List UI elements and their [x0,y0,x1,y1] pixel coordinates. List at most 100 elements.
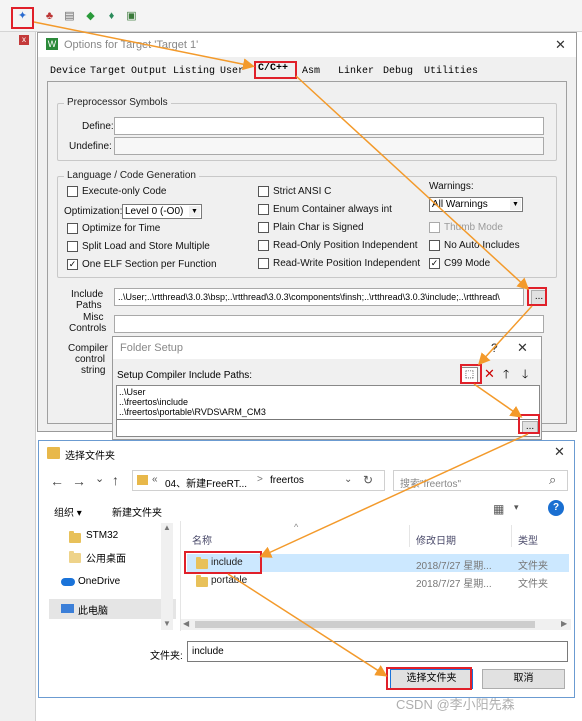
folder-name-input[interactable]: include [187,641,568,662]
breadcrumb-item[interactable]: freertos [270,475,304,486]
optimization-label: Optimization: [64,206,123,217]
new-path-highlight [460,364,482,384]
new-path-entry[interactable] [117,419,539,436]
scroll-down-icon[interactable]: ▼ [163,619,171,628]
tab-device[interactable]: Device [50,66,86,82]
translate-icon[interactable]: ♦ [104,9,119,24]
close-icon[interactable]: ✕ [554,444,565,460]
nav-item-onedrive[interactable]: OneDrive [78,576,120,587]
enum-container-checkbox[interactable] [258,204,269,215]
horizontal-scrollbar[interactable]: ◀ ▶ [181,619,571,630]
strict-ansi-checkbox[interactable] [258,186,269,197]
move-up-icon[interactable]: 🡑 [503,367,509,381]
c99-mode-checkbox[interactable]: ✓ [429,258,440,269]
keil-logo-icon: W [46,38,58,50]
refresh-icon[interactable]: ↻ [363,473,373,487]
thumb-mode-label: Thumb Mode [444,222,503,233]
split-load-label: Split Load and Store Multiple [82,241,210,252]
column-header-type[interactable]: 类型 [518,532,538,547]
move-down-icon[interactable]: 🡓 [522,367,528,381]
one-elf-checkbox[interactable]: ✓ [67,259,78,270]
column-divider [511,525,512,547]
include-paths-list: ..\User ..\freertos\include ..\freertos\… [116,385,540,437]
chevron-down-icon: ▼ [510,199,521,210]
onedrive-icon [61,578,75,586]
organize-menu[interactable]: 组织 ▾ [54,504,82,519]
search-icon[interactable]: ⌕ [549,472,556,488]
chevron-down-icon[interactable]: ⌄ [344,474,352,485]
optimization-select[interactable]: Level 0 (-O0) ▼ [122,204,202,219]
sort-up-icon: ^ [294,522,299,532]
nav-item-stm32[interactable]: STM32 [86,530,118,541]
nav-scrollbar[interactable]: ▲ ▼ [161,523,173,630]
optimize-time-checkbox[interactable] [67,223,78,234]
split-load-checkbox[interactable] [67,241,78,252]
view-dropdown-icon[interactable]: ▾ [514,502,519,513]
optimize-time-label: Optimize for Time [82,223,161,234]
include-paths-input[interactable]: ..\User;..\rtthread\3.0.3\bsp;..\rtthrea… [114,288,524,306]
table-row[interactable]: portable 2018/7/27 星期... 文件夹 [187,572,569,590]
execute-only-checkbox[interactable] [67,186,78,197]
nav-item-public-desktop[interactable]: 公用桌面 [86,550,126,565]
undefine-input[interactable] [114,137,544,155]
forward-icon[interactable]: → [72,473,86,489]
tab-output[interactable]: Output [131,66,167,82]
column-header-name[interactable]: 名称 [192,532,212,547]
thumb-mode-checkbox[interactable] [429,222,440,233]
scroll-right-icon[interactable]: ▶ [561,619,567,628]
breadcrumb-item[interactable]: 04、新建FreeRT... [165,475,247,490]
back-icon[interactable]: ← [50,473,64,489]
tab-listing[interactable]: Listing [173,66,215,82]
recent-dropdown-icon[interactable]: ⌄ [95,472,104,485]
column-header-date[interactable]: 修改日期 [416,532,456,547]
folder-setup-dialog: Folder Setup ? ✕ Setup Compiler Include … [112,336,542,440]
plain-char-checkbox[interactable] [258,222,269,233]
tab-utilities[interactable]: Utilities [424,66,478,82]
address-bar[interactable]: « 04、新建FreeRT... > freertos ⌄ ↻ [132,470,385,491]
tab-target[interactable]: Target [90,66,126,82]
scroll-thumb[interactable] [195,621,535,628]
list-item[interactable]: ..\freertos\include [119,397,188,407]
warnings-select[interactable]: All Warnings ▼ [429,197,523,212]
folder-icon [137,475,148,485]
include-paths-list-label: Setup Compiler Include Paths: [117,370,253,381]
toolbar-highlight [11,7,34,29]
define-input[interactable] [114,117,544,135]
list-item[interactable]: ..\User [119,387,146,397]
include-browse-highlight [527,287,547,306]
close-panel-icon[interactable]: x [19,35,29,45]
no-auto-includes-checkbox[interactable] [429,240,440,251]
rw-pos-checkbox[interactable] [258,258,269,269]
cancel-button[interactable]: 取消 [482,669,565,689]
select-button-highlight [386,667,472,690]
misc-controls-input[interactable] [114,315,544,333]
help-icon[interactable]: ? [491,341,498,355]
packs-icon[interactable]: ▣ [124,9,139,24]
scroll-up-icon[interactable]: ▲ [163,523,171,532]
close-icon[interactable]: ✕ [555,37,566,53]
view-icon[interactable]: ▦ [493,502,504,516]
close-icon[interactable]: ✕ [517,340,528,356]
search-input[interactable]: 搜索"freertos" ⌕ [393,470,568,491]
tab-linker[interactable]: Linker [338,66,374,82]
options-title: Options for Target 'Target 1' [64,39,199,51]
tab-debug[interactable]: Debug [383,66,413,82]
tab-user[interactable]: User [220,66,244,82]
load-icon[interactable]: ♣ [42,9,57,24]
tab-asm[interactable]: Asm [302,66,320,82]
execute-only-label: Execute-only Code [82,186,167,197]
scroll-left-icon[interactable]: ◀ [183,619,189,628]
ro-pos-checkbox[interactable] [258,240,269,251]
misc-label-1: Misc [83,312,104,323]
plain-char-label: Plain Char is Signed [273,222,364,233]
up-icon[interactable]: ↑ [112,472,119,488]
folder-icon [196,575,208,587]
build-icon[interactable]: ▤ [62,9,77,24]
list-item[interactable]: ..\freertos\portable\RVDS\ARM_CM3 [119,407,266,417]
help-icon[interactable]: ? [548,500,564,516]
delete-path-icon[interactable]: ✕ [484,367,495,381]
one-elf-label: One ELF Section per Function [82,259,217,270]
nav-item-this-pc[interactable]: 此电脑 [78,602,108,617]
new-folder-button[interactable]: 新建文件夹 [112,504,162,519]
download-icon[interactable]: ◆ [83,9,98,24]
